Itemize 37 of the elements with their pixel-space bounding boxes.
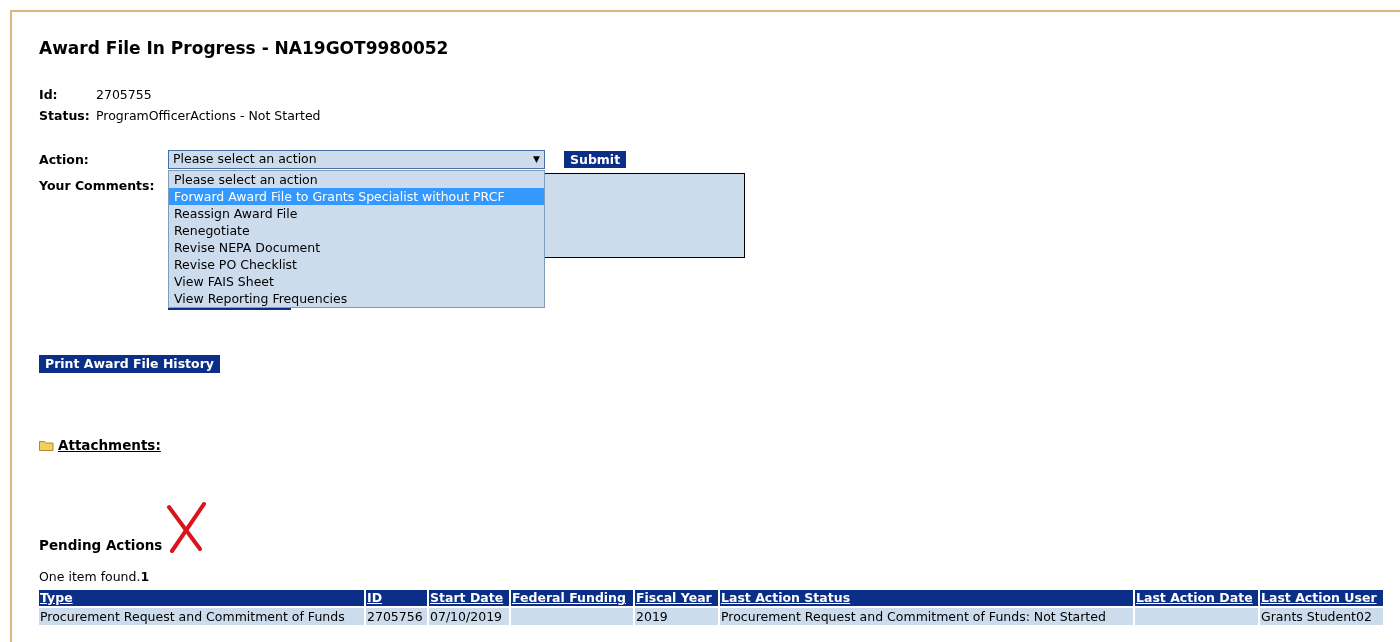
field-label: Status: bbox=[39, 107, 91, 126]
column-header[interactable]: Federal Funding bbox=[511, 590, 633, 606]
dropdown-option[interactable]: Revise NEPA Document bbox=[169, 239, 544, 256]
attachments-link[interactable]: Attachments: bbox=[58, 435, 161, 456]
table-cell: 2705756 bbox=[366, 608, 427, 625]
column-header[interactable]: Fiscal Year bbox=[635, 590, 718, 606]
dropdown-option[interactable]: Reassign Award File bbox=[169, 205, 544, 222]
dropdown-arrow-icon: ▼ bbox=[533, 152, 540, 167]
dropdown-option[interactable]: View Reporting Frequencies bbox=[169, 290, 544, 307]
field-value: ProgramOfficerActions - Not Started bbox=[96, 107, 321, 126]
field-label: Action: bbox=[39, 151, 90, 169]
folder-icon bbox=[39, 439, 54, 451]
cross-icon bbox=[166, 501, 209, 555]
dropdown-option[interactable]: Revise PO Checklist bbox=[169, 256, 544, 273]
action-select[interactable]: Please select an action ▼ bbox=[168, 150, 545, 169]
table-cell: Procurement Request and Commitment of Funds: Not Started bbox=[720, 608, 1133, 625]
field-value: 2705755 bbox=[96, 85, 152, 104]
dropdown-option[interactable]: View FAIS Sheet bbox=[169, 273, 544, 290]
table-cell: Procurement Request and Commitment of Funds bbox=[39, 608, 364, 625]
column-header[interactable]: Type bbox=[39, 590, 364, 606]
section-heading: Pending Actions bbox=[39, 537, 163, 555]
print-history-button[interactable]: Print Award File History bbox=[39, 355, 220, 373]
column-header[interactable]: Last Action User bbox=[1260, 590, 1383, 606]
column-header[interactable]: Start Date bbox=[429, 590, 509, 606]
dropdown-option[interactable]: Renegotiate bbox=[169, 222, 544, 239]
table-cell: 2019 bbox=[635, 608, 718, 625]
field-label: Your Comments: bbox=[39, 176, 156, 195]
column-header[interactable]: ID bbox=[366, 590, 427, 606]
table-cell: 07/10/2019 bbox=[429, 608, 509, 625]
column-header[interactable]: Last Action Date bbox=[1135, 590, 1258, 606]
page-title: Award File In Progress - NA19GOT9980052 bbox=[39, 37, 450, 60]
result-count: One item found.1 bbox=[39, 568, 151, 587]
submit-button[interactable]: Submit bbox=[564, 151, 627, 168]
field-label: Id: bbox=[39, 85, 59, 104]
dropdown-option[interactable]: Please select an action bbox=[169, 171, 544, 188]
column-header[interactable]: Last Action Status bbox=[720, 590, 1133, 606]
table-cell: Grants Student02 bbox=[1260, 608, 1383, 625]
